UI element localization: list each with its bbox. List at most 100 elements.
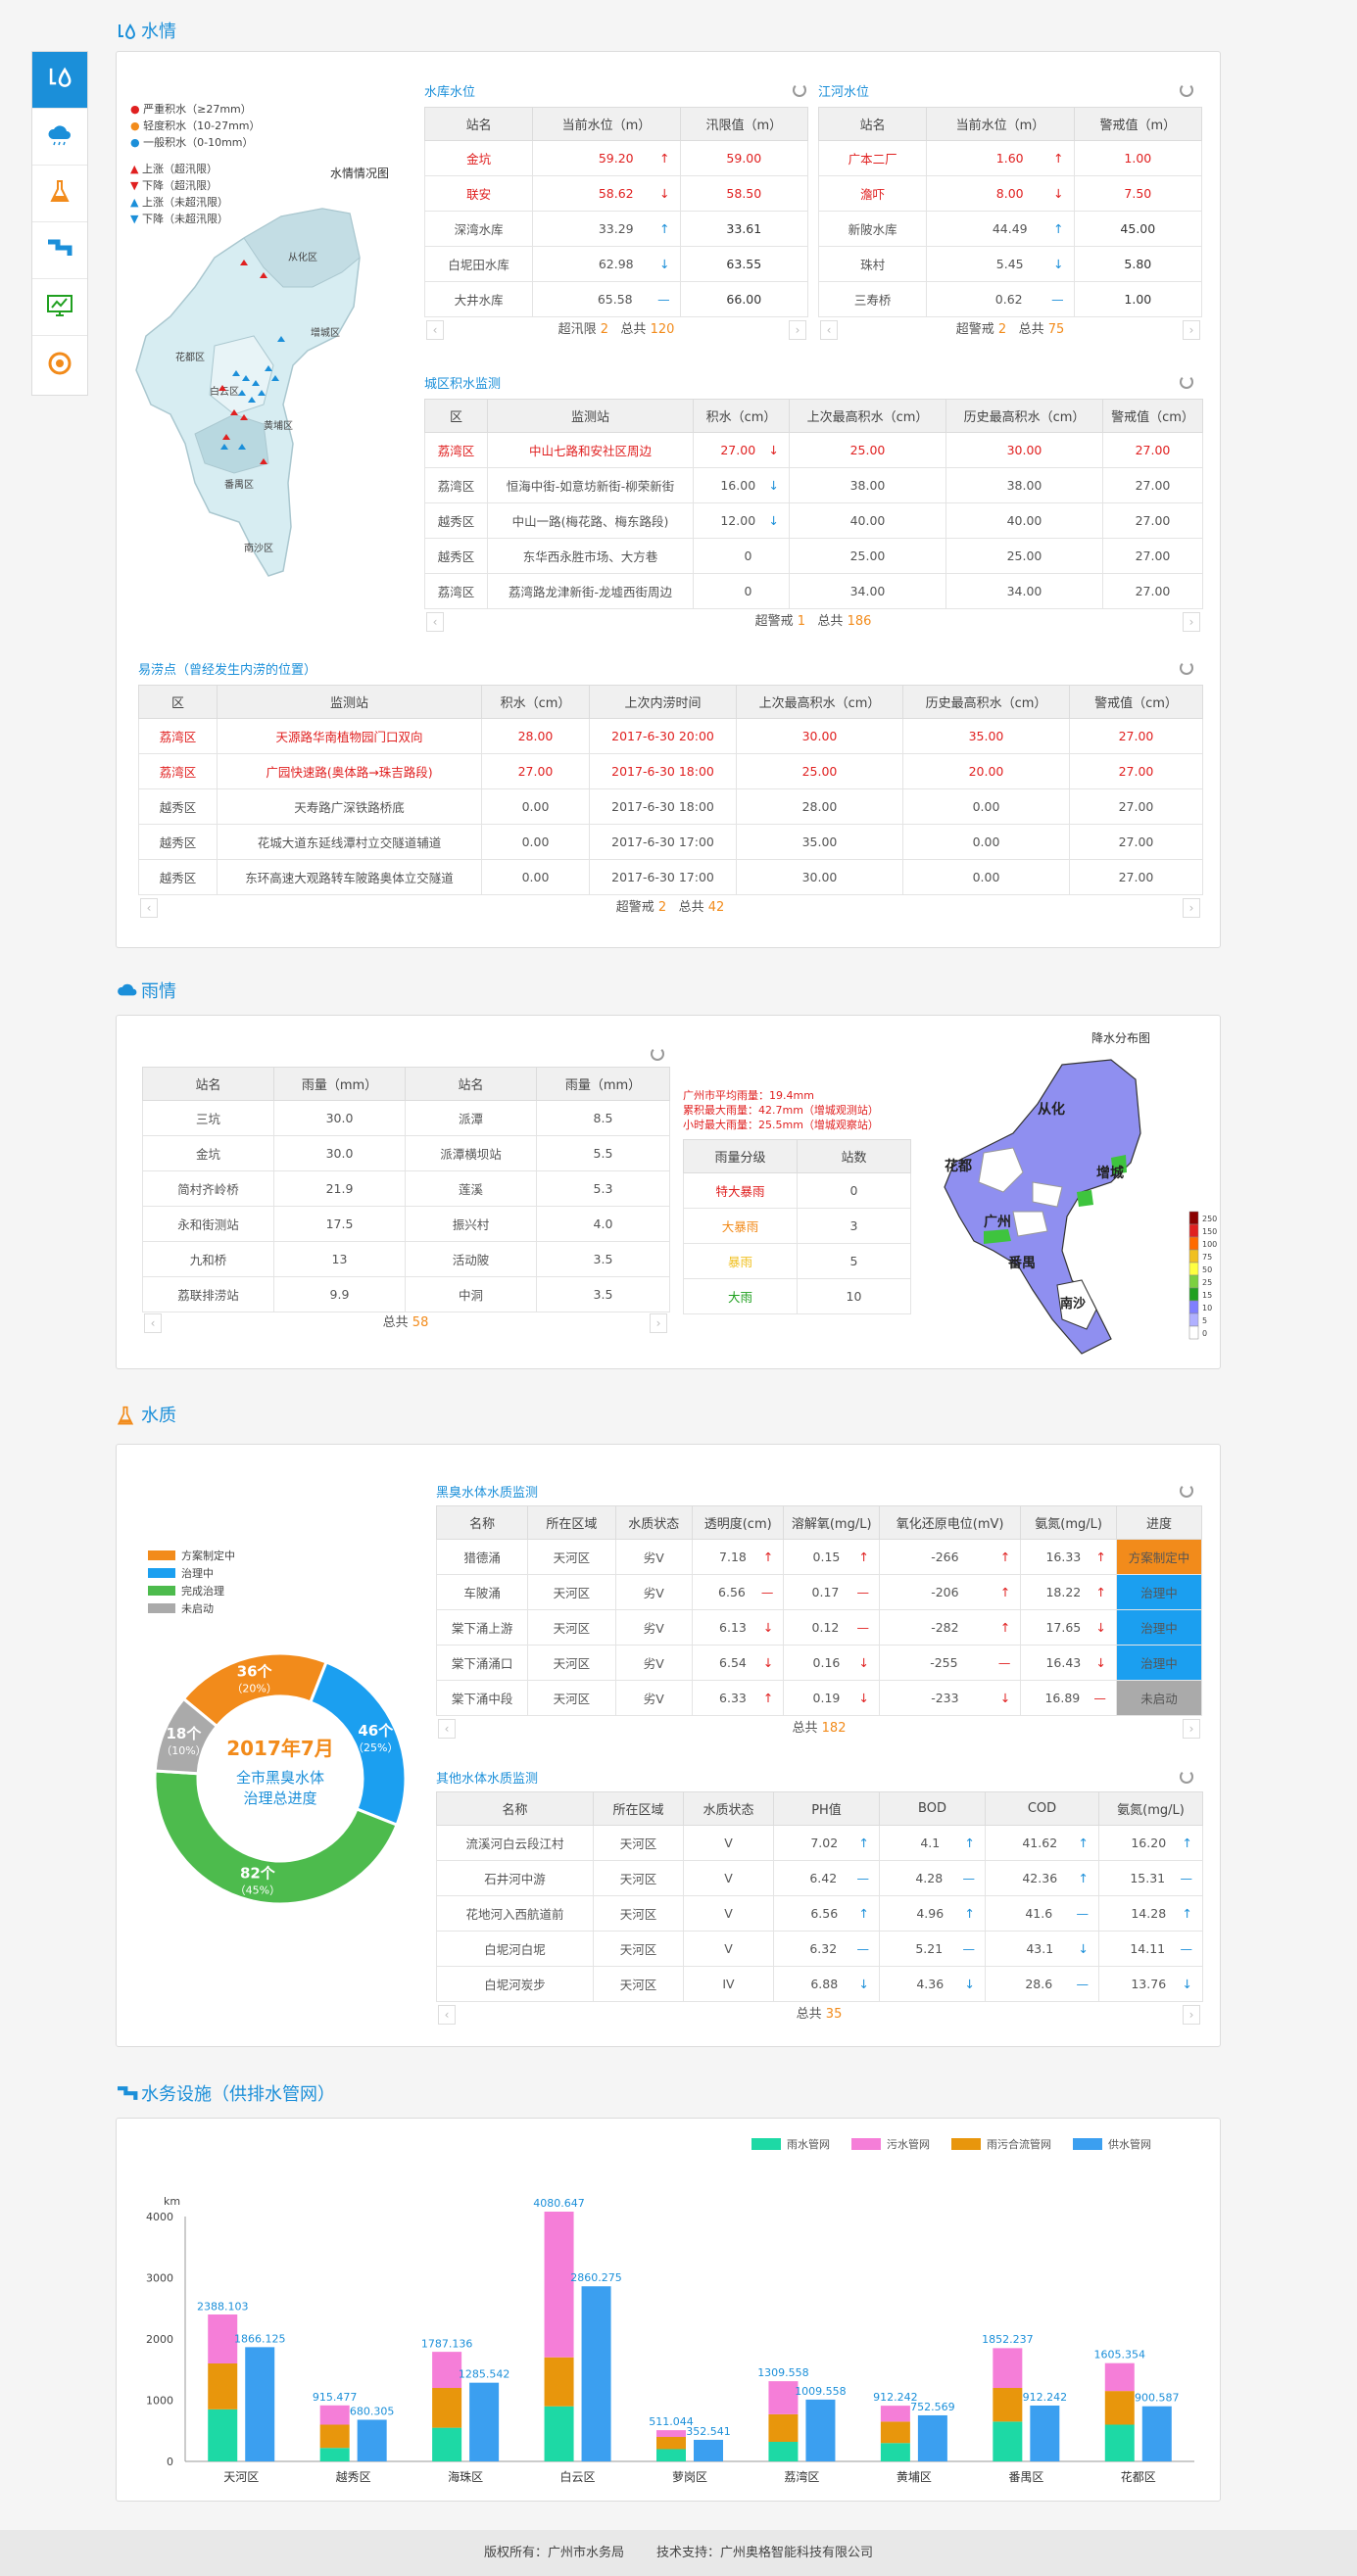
flask-icon <box>49 179 71 208</box>
column-header: 当前水位（m） <box>926 107 1075 141</box>
table-row[interactable]: 花地河入西航道前 天河区 V 6.56 ↑ 4.96 ↑ 41.6—14.28 ↑ <box>436 1895 1203 1932</box>
table-row[interactable]: 三寿桥 0.62—1.00 <box>817 281 1203 317</box>
prev-page-button[interactable]: ‹ <box>144 1313 162 1333</box>
black-water-table: 名称 所在区域 水质状态 透明度(cm) 溶解氧(mg/L) 氧化还原电位(mV) 氨氮(m… <box>435 1505 1203 1716</box>
table-row[interactable]: 荔湾区 天源路华南植物园门口双向 28.00 2017-6-30 20:00 30.00… <box>138 718 1203 754</box>
table-row[interactable]: 越秀区 花城大道东延线潭村立交隧道辅道 0.00 2017-6-30 17:00 35.… <box>138 824 1203 860</box>
table-row[interactable]: 深湾水库 33.29 ↑ 33.61 <box>423 211 809 247</box>
river-table: 站名 当前水位（m） 警戒值（m） 广本二厂 1.60 ↑ 1.00 澹吓 8.00 ↓ 7.50 新… <box>817 107 1203 317</box>
table-row[interactable]: 永和街测站 17.5 振兴村 4.0 <box>142 1206 670 1242</box>
sidebar-item-quality[interactable] <box>32 166 87 222</box>
bar-value-label: 1866.125 <box>234 2332 286 2345</box>
table-row[interactable]: 广本二厂 1.60 ↑ 1.00 <box>817 140 1203 176</box>
table-row[interactable]: 大井水库 65.58—66.00 <box>423 281 809 317</box>
bar-supply <box>694 2439 723 2461</box>
next-page-button[interactable]: › <box>1183 320 1200 340</box>
table-row[interactable]: 车陂涌 天河区 劣V 6.56—0.17— -206 ↑ 18.22 ↑ 治理中 <box>435 1574 1203 1610</box>
table-row[interactable]: 联安 58.62 ↓ 58.50 <box>423 175 809 212</box>
bar-supply <box>805 2399 836 2461</box>
scale-swatch <box>1188 1287 1199 1302</box>
next-page-button[interactable]: › <box>1183 2005 1200 2025</box>
sidebar-item-monitor[interactable] <box>32 279 87 336</box>
water-icon <box>116 22 137 43</box>
table-row[interactable]: 金坑 59.20 ↑ 59.00 <box>423 140 809 176</box>
water-map[interactable]: 从化区 增城区 花都区 白云区 黄埔区 番禺区 南沙区 <box>117 179 420 591</box>
table-row[interactable]: 暴雨 5 <box>683 1243 911 1279</box>
column-header: 站名 <box>142 1067 274 1101</box>
table-row[interactable]: 荔湾区 广园快速路(奥体路→珠吉路段) 27.00 2017-6-30 18:00 25… <box>138 753 1203 789</box>
prev-page-button[interactable]: ‹ <box>438 2005 456 2025</box>
table-row[interactable]: 石井河中游 天河区 V 6.42—4.28—42.36 ↑ 15.31— <box>436 1860 1203 1896</box>
table-row[interactable]: 越秀区 中山一路(梅花路、梅东路段) 12.00 ↓ 40.00 40.00 27.00 <box>424 502 1203 539</box>
next-page-button[interactable]: › <box>1183 1719 1200 1739</box>
table-row[interactable]: 简村齐岭桥 21.9 莲溪 5.3 <box>142 1170 670 1207</box>
section-title-facility-text: 水务设施（供排水管网） <box>141 2084 335 2105</box>
footer-copyright: 版权所有：广州市水务局 <box>483 2546 624 2560</box>
table-row[interactable]: 珠村 5.45 ↓ 5.80 <box>817 246 1203 282</box>
next-page-button[interactable]: › <box>1183 898 1200 918</box>
refresh-icon[interactable] <box>1180 1770 1193 1784</box>
prev-page-button[interactable]: ‹ <box>140 898 158 918</box>
table-row[interactable]: 荔湾区 恒海中街-如意坊新街-柳荣新街 16.00 ↓ 38.00 38.00 27.00 <box>424 467 1203 503</box>
table-row[interactable]: 越秀区 东华西永胜市场、大方巷 0 25.00 25.00 27.00 <box>424 538 1203 574</box>
donut-count: 36个 <box>237 1662 273 1680</box>
progress-badge: 治理中 <box>1115 1645 1203 1681</box>
prev-page-button[interactable]: ‹ <box>426 320 444 340</box>
refresh-icon[interactable] <box>793 83 806 97</box>
table-row[interactable]: 白坭河炭步 天河区 IV 6.88 ↓ 4.36 ↓ 28.6—13.76 ↓ <box>436 1966 1203 2002</box>
column-header: 警戒值（m） <box>1073 107 1203 141</box>
refresh-icon[interactable] <box>1180 1484 1193 1498</box>
table-row[interactable]: 澹吓 8.00 ↓ 7.50 <box>817 175 1203 212</box>
next-page-button[interactable]: › <box>789 320 806 340</box>
table-row[interactable]: 三坑 30.0 派潭 8.5 <box>142 1100 670 1136</box>
district-label: 黄埔区 <box>264 419 293 432</box>
x-tick-label: 花都区 <box>1121 2469 1156 2484</box>
bar-value-label: 1009.558 <box>795 2385 847 2398</box>
table-row[interactable]: 荔联排涝站 9.9 中洞 3.5 <box>142 1276 670 1312</box>
table-row[interactable]: 流溪河白云段江村 天河区 V 7.02 ↑ 4.1 ↑ 41.62 ↑ 16.20 ↑ <box>436 1825 1203 1861</box>
sidebar-item-water[interactable] <box>32 52 87 109</box>
column-header: 站名 <box>817 107 928 141</box>
table-row[interactable]: 荔湾区 荔湾路龙津新街-龙墟西街周边 0 34.00 34.00 27.00 <box>424 573 1203 609</box>
table-row[interactable]: 特大暴雨 0 <box>683 1172 911 1209</box>
next-page-button[interactable]: › <box>650 1313 667 1333</box>
prev-page-button[interactable]: ‹ <box>426 612 444 632</box>
table-row[interactable]: 新陂水库 44.49 ↑ 45.00 <box>817 211 1203 247</box>
table-row[interactable]: 九和桥 13 活动陂 3.5 <box>142 1241 670 1277</box>
sidebar-item-facility[interactable] <box>32 222 87 279</box>
table-row[interactable]: 棠下涌涌口 天河区 劣V 6.54 ↓ 0.16 ↓ -255—16.43 ↓ 治理中 <box>435 1645 1203 1681</box>
next-page-button[interactable]: › <box>1183 612 1200 632</box>
refresh-icon[interactable] <box>1180 375 1193 389</box>
section-title-rain: 雨情 <box>116 978 176 1007</box>
prev-page-button[interactable]: ‹ <box>820 320 838 340</box>
bar-segment <box>208 2314 238 2363</box>
table-row[interactable]: 大雨 10 <box>683 1278 911 1314</box>
table-row[interactable]: 越秀区 东环高速大观路转车陂路奥体立交隧道 0.00 2017-6-30 17:00 3… <box>138 859 1203 895</box>
column-header: 氧化还原电位(mV) <box>878 1505 1022 1540</box>
table-row[interactable]: 白坭田水库 62.98 ↓ 63.55 <box>423 246 809 282</box>
section-title-rain-text: 雨情 <box>141 981 176 1002</box>
bar-segment <box>432 2352 462 2388</box>
table-row[interactable]: 荔湾区 中山七路和安社区周边 27.00 ↓ 25.00 30.00 27.00 <box>424 432 1203 468</box>
rain-table: 站名 雨量（mm） 站名 雨量（mm） 三坑 30.0 派潭 8.5 金坑 30.0 派潭横坝站 5.… <box>142 1067 670 1312</box>
refresh-icon[interactable] <box>1180 83 1193 97</box>
rain-map[interactable]: 从化 花都 增城 广州 番禺 南沙 250150100755025151050 <box>925 1045 1219 1368</box>
table-row[interactable]: 大暴雨 3 <box>683 1208 911 1244</box>
column-header: 溶解氧(mg/L) <box>783 1505 880 1540</box>
table-row[interactable]: 金坑 30.0 派潭横坝站 5.5 <box>142 1135 670 1171</box>
table-row[interactable]: 越秀区 天寿路广深铁路桥底 0.00 2017-6-30 18:00 28.00 0.00… <box>138 788 1203 825</box>
refresh-icon[interactable] <box>651 1047 664 1061</box>
table-row[interactable]: 棠下涌上游 天河区 劣V 6.13 ↓ 0.12— -282 ↑ 17.65 ↓ 治理中 <box>435 1609 1203 1646</box>
sidebar-item-network[interactable] <box>32 336 87 393</box>
pipe-bar-chart[interactable]: km 0 1000 2000 3000 4000 2388.103 1866.125 天河区 91… <box>117 2158 1214 2501</box>
bar-value-label: 680.305 <box>350 2405 395 2417</box>
prev-page-button[interactable]: ‹ <box>438 1719 456 1739</box>
table-row[interactable]: 棠下涌中段 天河区 劣V 6.33 ↑ 0.19 ↓ -233 ↓ 16.89— 未启动 <box>435 1680 1203 1716</box>
sidebar-item-rain[interactable] <box>32 109 87 166</box>
scale-swatch <box>1188 1249 1199 1264</box>
district-label: 花都区 <box>175 351 205 363</box>
table-row[interactable]: 白坭河白坭 天河区 V 6.32—5.21—43.1 ↓ 14.11— <box>436 1931 1203 1967</box>
table-row[interactable]: 猎德涌 天河区 劣V 7.18 ↑ 0.15 ↑ -266 ↑ 16.33 ↑ 方案制定中 <box>435 1539 1203 1575</box>
refresh-icon[interactable] <box>1180 661 1193 675</box>
y-tick-label: 0 <box>167 2456 173 2468</box>
